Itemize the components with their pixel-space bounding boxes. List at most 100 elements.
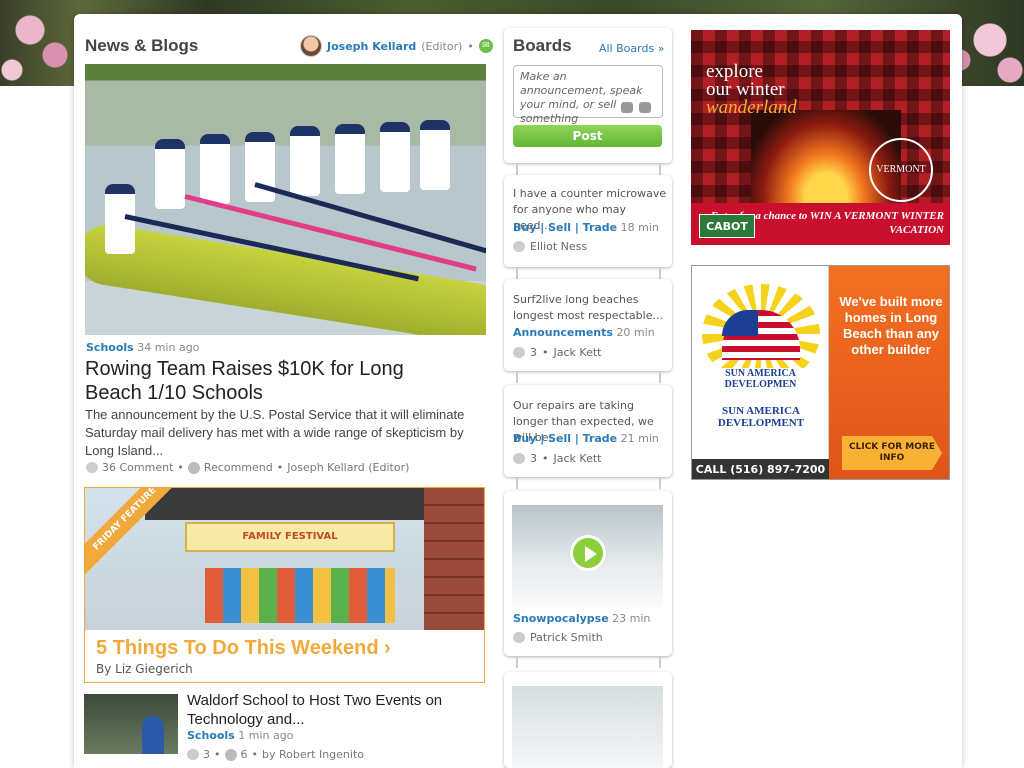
ad-headline-line: wanderland	[706, 97, 797, 118]
comment-icon	[513, 241, 525, 252]
comment-icon	[513, 347, 525, 358]
camera-icon[interactable]	[621, 102, 633, 113]
top-story-image[interactable]	[85, 64, 486, 335]
editor-chip[interactable]: Joseph Kellard (Editor) • ✉	[300, 34, 493, 58]
comment-icon	[513, 453, 525, 464]
recommend-icon	[224, 748, 237, 761]
board-user-line: 3 • Jack Kett	[513, 346, 601, 359]
timestamp: 18 min	[620, 221, 659, 234]
comment-icon	[86, 462, 98, 473]
second-story-thumbnail[interactable]	[84, 694, 178, 754]
board-user[interactable]: Jack Kett	[554, 346, 602, 359]
stage-backdrop	[205, 568, 395, 623]
rowing-boat	[85, 220, 486, 335]
separator-dot: •	[251, 748, 259, 761]
click-for-more-button[interactable]: CLICK FOR MORE INFO	[842, 436, 942, 470]
top-story-category-line: Schools 34 min ago	[86, 341, 199, 354]
timestamp: 1 min ago	[238, 729, 294, 742]
card-connector	[659, 371, 661, 383]
vermont-seal: VERMONT	[869, 138, 933, 202]
snow-photo-thumbnail[interactable]	[512, 686, 663, 768]
play-icon[interactable]	[570, 535, 606, 571]
comment-count[interactable]: 3	[530, 452, 537, 465]
comment-icon	[187, 749, 199, 760]
board-user-line: Elliot Ness	[513, 240, 587, 253]
company-name-logo: SUN AMERICA DEVELOPMENT	[717, 405, 805, 429]
comment-icon	[513, 632, 525, 643]
separator-dot: •	[542, 346, 549, 359]
board-category-line: Announcements 20 min	[513, 326, 655, 339]
ad-headline: explore our winter wanderland	[706, 62, 797, 118]
sun-america-ad[interactable]: SUN AMERICA DEVELOPMEN SUN AMERICA DEVEL…	[691, 265, 950, 480]
rower	[200, 134, 230, 204]
board-user-line: Patrick Smith	[513, 631, 603, 644]
composer-attachments	[621, 102, 651, 113]
recommend-icon	[187, 461, 200, 474]
festival-banner: FAMILY FESTIVAL	[185, 522, 395, 552]
avatar[interactable]	[300, 35, 322, 57]
news-section-title: News & Blogs	[85, 36, 199, 55]
video-icon[interactable]	[639, 102, 651, 113]
board-category-line: Buy | Sell | Trade 18 min	[513, 221, 659, 234]
board-post-text[interactable]: Surf2live long beaches longest most resp…	[513, 292, 667, 324]
card-connector	[659, 656, 661, 668]
separator-dot: •	[177, 461, 184, 474]
category-link[interactable]: Schools	[86, 341, 134, 354]
board-category-link[interactable]: Announcements	[513, 326, 613, 339]
board-category-line: Snowpocalypse 23 min	[513, 612, 650, 625]
board-user-line: 3 • Jack Kett	[513, 452, 601, 465]
second-story-meta: 3 • 6 • by Robert Ingenito	[187, 748, 364, 761]
vermont-ad[interactable]: explore our winter wanderland VERMONT En…	[691, 30, 950, 245]
comment-count[interactable]: 3	[203, 748, 210, 761]
board-user[interactable]: Patrick Smith	[530, 631, 603, 644]
category-link[interactable]: Schools	[187, 729, 235, 742]
card-connector	[516, 371, 518, 383]
byline[interactable]: Joseph Kellard (Editor)	[287, 461, 409, 474]
building	[424, 488, 484, 630]
cabot-logo: CABOT	[699, 214, 755, 238]
separator-dot: •	[467, 39, 474, 53]
rower	[155, 139, 185, 209]
ad-tagline: We've built more homes in Long Beach tha…	[839, 294, 943, 357]
board-category-link[interactable]: Buy | Sell | Trade	[513, 221, 617, 234]
board-category-link[interactable]: Buy | Sell | Trade	[513, 432, 617, 445]
mail-icon[interactable]: ✉	[478, 39, 493, 53]
card-connector	[516, 477, 518, 489]
top-story-title[interactable]: Rowing Team Raises $10K for Long Beach 1…	[85, 357, 465, 405]
rower	[380, 122, 410, 192]
editor-role: (Editor)	[421, 39, 463, 53]
rower	[420, 120, 450, 190]
timestamp: 21 min	[620, 432, 659, 445]
board-user[interactable]: Elliot Ness	[530, 240, 587, 253]
card-connector	[659, 477, 661, 489]
feature-card[interactable]: FAMILY FESTIVAL FRIDAY FEATURE 5 Things …	[84, 487, 485, 683]
recommend-count[interactable]: 6	[241, 748, 248, 761]
card-connector	[516, 163, 518, 175]
card-connector	[659, 163, 661, 175]
company-name-banner: SUN AMERICA DEVELOPMEN	[694, 368, 827, 390]
card-connector	[516, 267, 518, 279]
separator-dot: •	[276, 461, 284, 474]
comment-count[interactable]: 3	[530, 346, 537, 359]
separator-dot: •	[542, 452, 549, 465]
byline[interactable]: by Robert Ingenito	[262, 748, 364, 761]
separator-dot: •	[214, 748, 221, 761]
timestamp: 34 min ago	[137, 341, 200, 354]
second-story-title[interactable]: Waldorf School to Host Two Events on Tec…	[187, 691, 477, 729]
comment-count-link[interactable]: 36 Comment	[102, 461, 173, 474]
boards-title: Boards	[513, 36, 572, 55]
person-figure	[142, 716, 164, 754]
post-button[interactable]: Post	[513, 125, 662, 147]
card-connector	[516, 656, 518, 668]
feature-author: By Liz Giegerich	[96, 662, 193, 676]
card-connector	[659, 267, 661, 279]
recommend-link[interactable]: Recommend	[204, 461, 273, 474]
board-user[interactable]: Jack Kett	[554, 452, 602, 465]
top-story-excerpt: The announcement by the U.S. Postal Serv…	[85, 407, 465, 458]
feature-title[interactable]: 5 Things To Do This Weekend ›	[96, 637, 391, 660]
board-category-link[interactable]: Snowpocalypse	[513, 612, 609, 625]
all-boards-link[interactable]: All Boards »	[599, 42, 664, 55]
editor-name[interactable]: Joseph Kellard	[327, 40, 416, 53]
rower	[335, 124, 365, 194]
rower	[290, 126, 320, 196]
